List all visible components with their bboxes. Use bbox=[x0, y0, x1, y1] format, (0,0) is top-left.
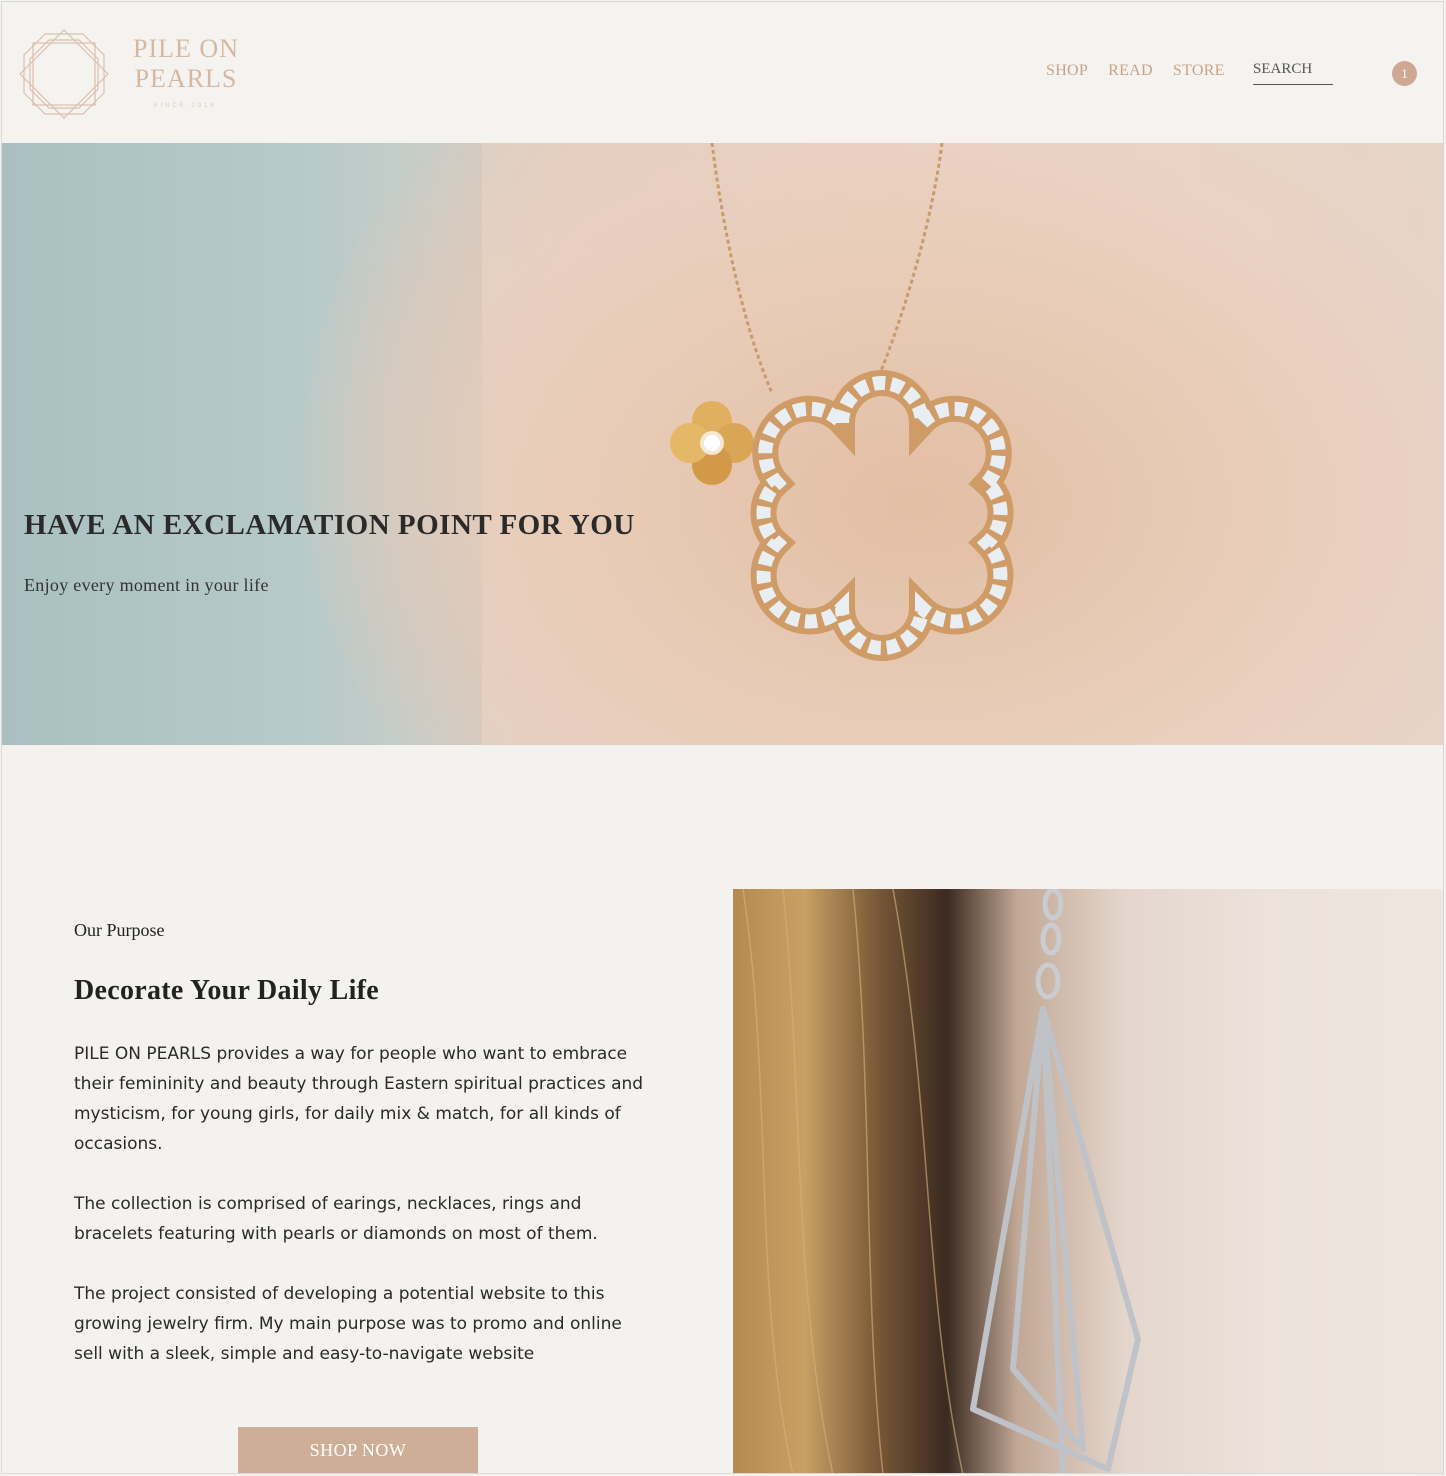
brand-tagline: SINCE 2018 bbox=[153, 103, 217, 109]
necklace-pendant-image bbox=[670, 143, 1014, 661]
hero-title: HAVE AN EXCLAMATION POINT FOR YOU bbox=[24, 509, 635, 541]
body-paragraph: PILE ON PEARLS provides a way for people… bbox=[74, 1044, 644, 1154]
brand-logo[interactable]: PILE ON PEARLS SINCE 2018 bbox=[18, 28, 258, 119]
main-nav: SHOP READ STORE bbox=[1046, 62, 1225, 80]
shop-now-button[interactable]: SHOP NOW bbox=[238, 1427, 478, 1473]
search-input[interactable] bbox=[1253, 61, 1333, 78]
section-body: PILE ON PEARLS provides a way for people… bbox=[74, 1039, 654, 1399]
hero-subtitle: Enjoy every moment in your life bbox=[24, 575, 269, 595]
cart-count-badge[interactable]: 1 bbox=[1392, 61, 1417, 86]
brand-name: PILE ON PEARLS bbox=[121, 34, 251, 94]
page: PILE ON PEARLS SINCE 2018 SHOP READ STOR… bbox=[1, 1, 1444, 1474]
earring-image bbox=[733, 889, 1443, 1473]
site-header: PILE ON PEARLS SINCE 2018 SHOP READ STOR… bbox=[2, 2, 1443, 142]
octagon-diamond-logo-icon bbox=[19, 29, 109, 119]
body-paragraph: The project consisted of developing a po… bbox=[74, 1284, 622, 1364]
nav-item-store[interactable]: STORE bbox=[1173, 62, 1225, 80]
nav-item-shop[interactable]: SHOP bbox=[1046, 62, 1088, 80]
nav-item-read[interactable]: READ bbox=[1108, 62, 1153, 80]
body-paragraph: The collection is comprised of earings, … bbox=[74, 1194, 598, 1244]
search-box bbox=[1253, 60, 1333, 85]
section-label: Our Purpose bbox=[74, 920, 165, 940]
brand-name-line1: PILE ON bbox=[133, 34, 239, 63]
hero-banner: HAVE AN EXCLAMATION POINT FOR YOU Enjoy … bbox=[2, 143, 1443, 745]
section-heading: Decorate Your Daily Life bbox=[74, 975, 380, 1006]
brand-name-line2: PEARLS bbox=[134, 64, 238, 93]
geometric-earring-image bbox=[742, 889, 1141, 1473]
